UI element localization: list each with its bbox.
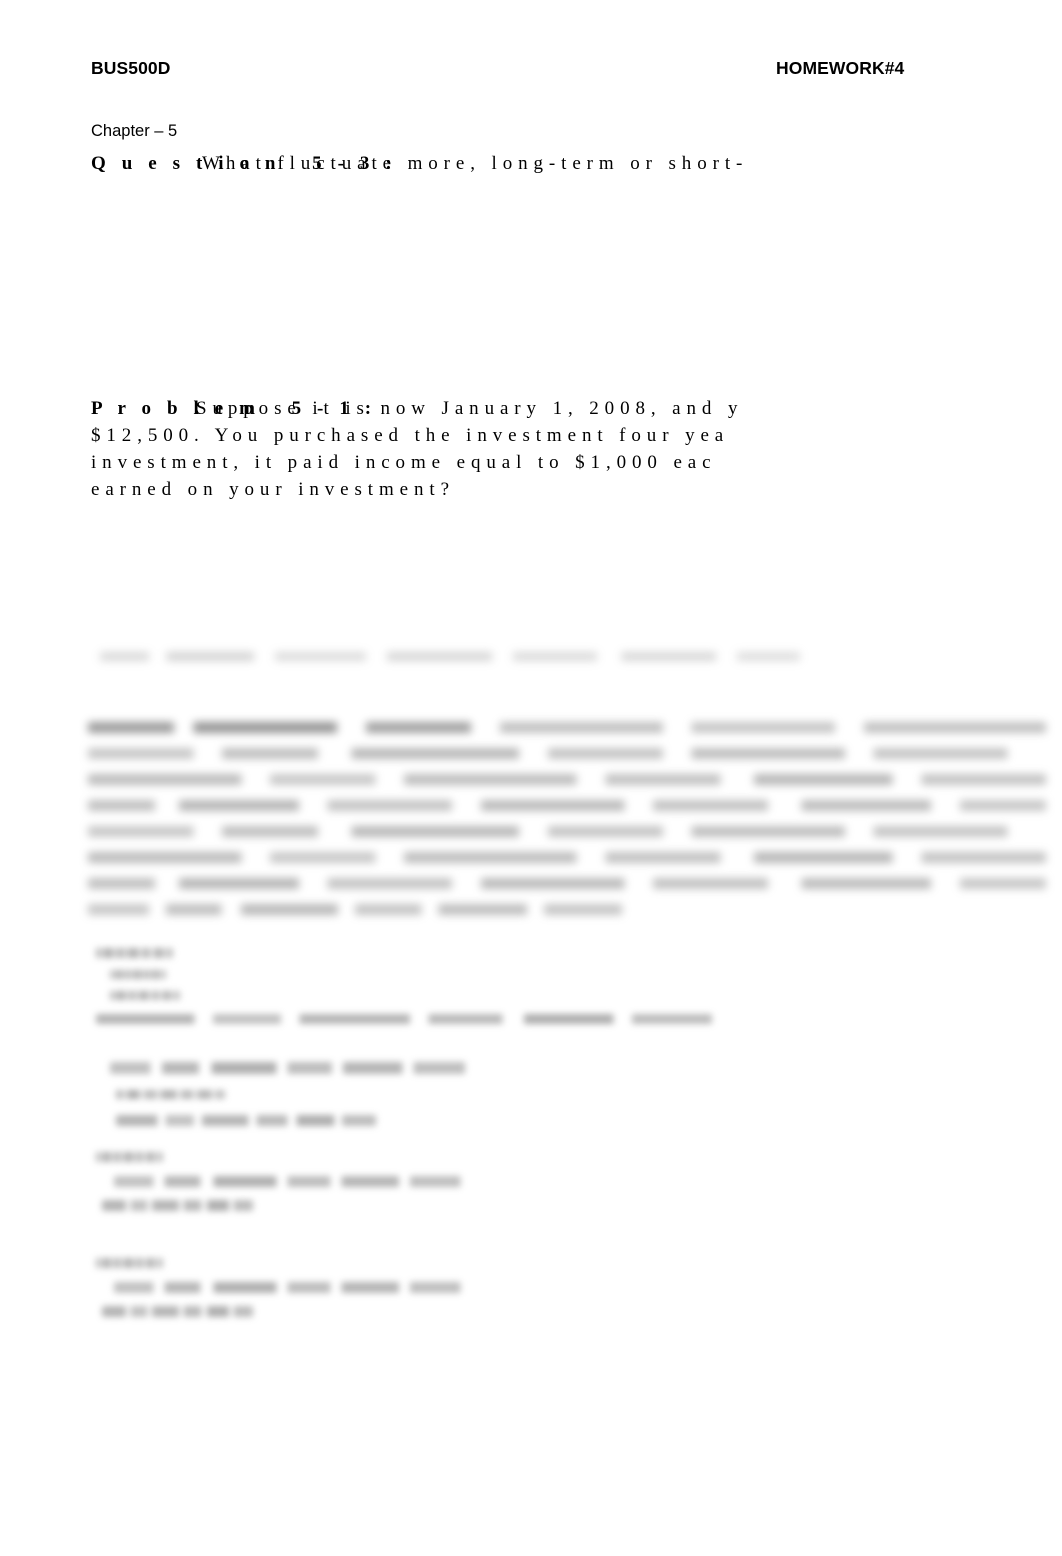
problem-label: P r o b l e m 5 - 1 : [91, 398, 377, 419]
question-label: Q u e s t i o n 5 - 3 : [91, 153, 398, 174]
redacted-answer-block-c [96, 1258, 516, 1344]
problem-text-continued: $12,500. You purchased the investment fo… [91, 422, 729, 503]
problem-line-1: $12,500. You purchased the investment fo… [91, 425, 730, 446]
course-code-label: BUS500D [91, 58, 171, 78]
chapter-heading: Chapter – 5 [91, 122, 178, 140]
redacted-table-header [100, 652, 800, 678]
redacted-paragraph-block [88, 722, 1046, 930]
problem-line-3: earned on your investment? [91, 479, 455, 500]
redacted-solution-section-a [96, 948, 796, 1058]
problem-line-2: investment, it paid income equal to $1,0… [91, 452, 717, 473]
assignment-title-label: HOMEWORK#4 [776, 58, 905, 78]
document-header: BUS500D HOMEWORK#4 [0, 58, 1062, 84]
document-page: BUS500D HOMEWORK#4 Chapter – 5 Q u e s t… [0, 0, 1062, 1556]
redacted-formula-block [110, 1062, 530, 1154]
redacted-answer-block-b [96, 1152, 516, 1238]
